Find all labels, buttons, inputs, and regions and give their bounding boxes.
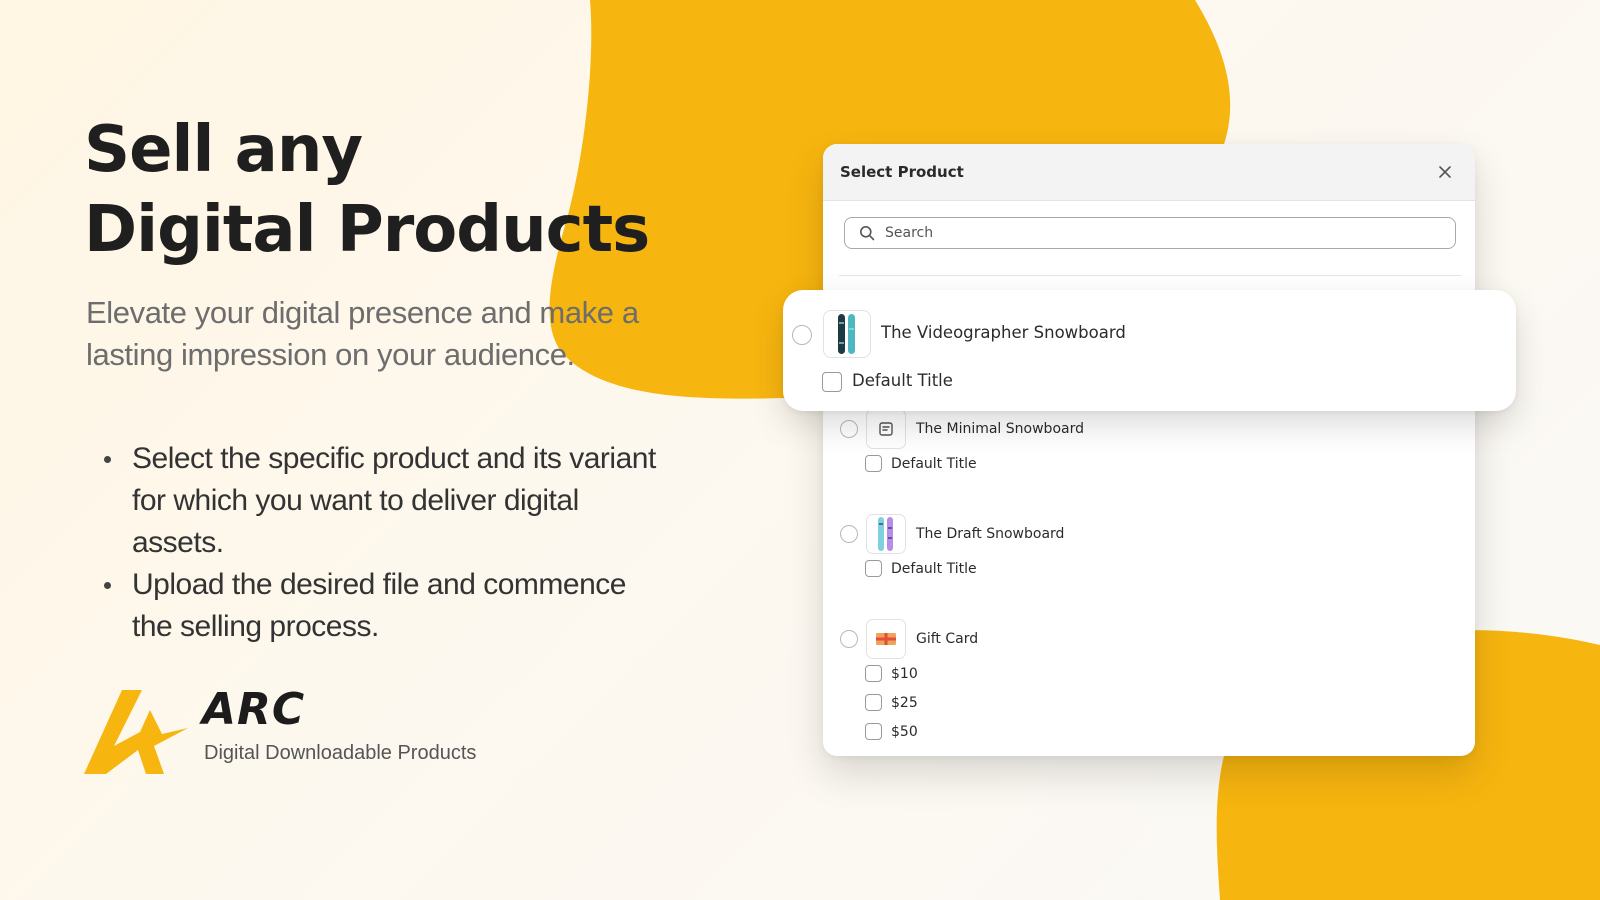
variant-row[interactable]: Default Title — [865, 455, 977, 472]
brand-tagline: Digital Downloadable Products — [204, 742, 477, 764]
product-row-draft-snowboard[interactable]: The Draft Snowboard — [840, 514, 1064, 554]
variant-checkbox[interactable] — [865, 665, 882, 682]
variant-row[interactable]: Default Title — [865, 560, 977, 577]
hero-title-line-2: Digital Products — [84, 193, 650, 267]
hero-title: Sell any Digital Products — [84, 110, 650, 270]
variant-row[interactable]: $10 — [865, 665, 918, 682]
feature-text: Select the specific product and its vari… — [132, 442, 656, 559]
variant-label: Default Title — [852, 371, 953, 390]
variant-row[interactable]: $25 — [865, 694, 918, 711]
variant-checkbox[interactable] — [865, 723, 882, 740]
close-button[interactable] — [1431, 158, 1459, 186]
variant-checkbox[interactable] — [865, 694, 882, 711]
modal-title: Select Product — [840, 163, 964, 181]
product-row-minimal-snowboard[interactable]: The Minimal Snowboard — [840, 409, 1084, 449]
product-thumbnail — [866, 409, 906, 449]
product-name: The Videographer Snowboard — [881, 323, 1126, 342]
product-row-gift-card[interactable]: Gift Card — [840, 619, 978, 659]
arc-logo-icon — [84, 690, 188, 774]
feature-item: Upload the desired file and commence the… — [100, 564, 660, 648]
feature-list: Select the specific product and its vari… — [100, 438, 660, 648]
search-icon — [860, 226, 875, 241]
close-icon — [1439, 166, 1451, 178]
product-thumbnail — [823, 310, 871, 358]
variant-label: $10 — [891, 665, 918, 682]
variant-label: Default Title — [891, 560, 977, 577]
feature-text: Upload the desired file and commence the… — [132, 568, 626, 643]
select-product-modal: Select Product The Minimal Snowboard Def… — [823, 144, 1475, 756]
search-input[interactable] — [883, 224, 1455, 242]
product-radio[interactable] — [840, 420, 858, 438]
bullet-icon — [104, 456, 111, 463]
product-name: Gift Card — [916, 631, 979, 647]
product-radio[interactable] — [840, 630, 858, 648]
variant-checkbox[interactable] — [822, 372, 842, 392]
hero-title-line-1: Sell any — [84, 113, 363, 187]
product-radio[interactable] — [840, 525, 858, 543]
snowboard-teal-icon — [838, 314, 855, 354]
product-thumbnail — [866, 619, 906, 659]
feature-item: Select the specific product and its vari… — [100, 438, 660, 564]
variant-checkbox[interactable] — [865, 560, 882, 577]
hero-subtitle: Elevate your digital presence and make a… — [86, 295, 639, 372]
variant-label: $25 — [891, 694, 918, 711]
variant-checkbox[interactable] — [865, 455, 882, 472]
snowboard-purple-icon — [878, 517, 893, 551]
search-field[interactable] — [844, 217, 1456, 249]
product-thumbnail — [866, 514, 906, 554]
bullet-icon — [104, 582, 111, 589]
brand-name: ARC — [202, 684, 306, 735]
product-radio[interactable] — [792, 325, 812, 345]
gift-card-icon — [876, 633, 896, 645]
image-placeholder-icon — [879, 422, 893, 436]
product-name: The Draft Snowboard — [916, 526, 1065, 542]
divider — [839, 275, 1461, 276]
highlighted-product-card[interactable]: The Videographer Snowboard Default Title — [783, 290, 1516, 411]
product-name: The Minimal Snowboard — [916, 421, 1084, 437]
modal-header: Select Product — [823, 144, 1475, 201]
variant-label: Default Title — [891, 455, 977, 472]
variant-label: $50 — [891, 723, 918, 740]
variant-row[interactable]: $50 — [865, 723, 918, 740]
